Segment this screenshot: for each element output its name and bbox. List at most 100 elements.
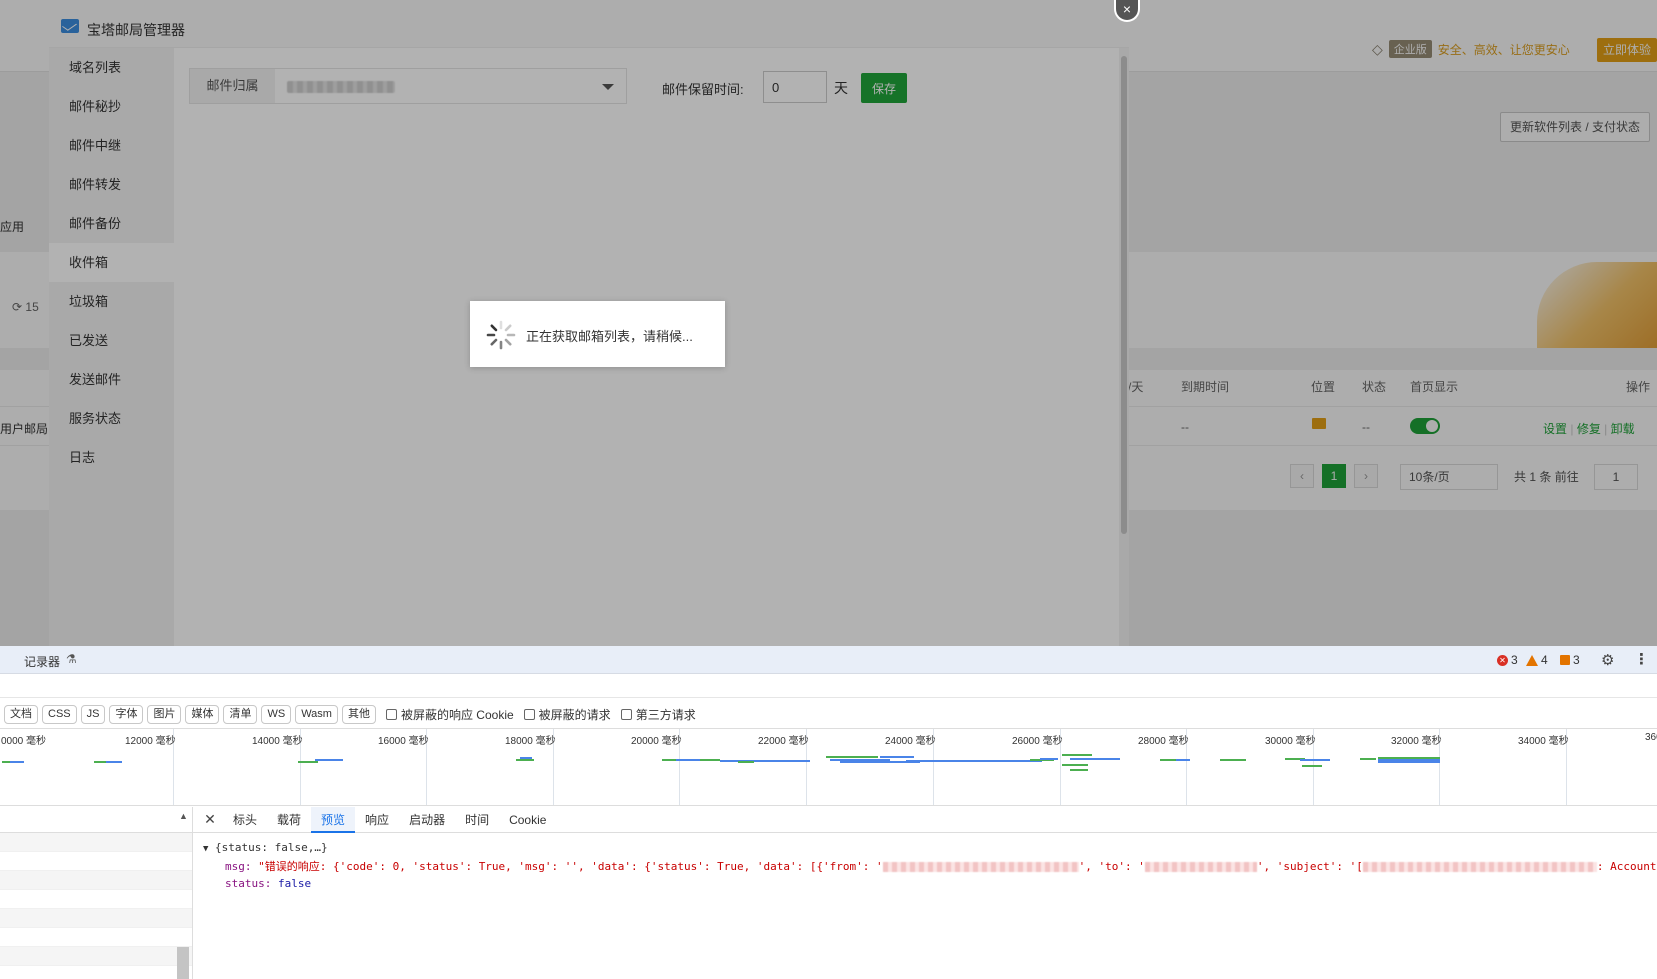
request-row[interactable] xyxy=(0,833,192,852)
timeline-request-bar xyxy=(676,759,700,761)
detail-tabs: ✕ 标头 载荷 预览 响应 启动器 时间 Cookie xyxy=(193,806,1657,833)
timeline-request-bar xyxy=(315,759,343,761)
timeline-request-bar xyxy=(1070,758,1120,760)
checkbox-label: 第三方请求 xyxy=(635,707,696,722)
recorder-tab[interactable]: 记录器 xyxy=(24,653,60,670)
detail-tab-0[interactable]: 标头 xyxy=(223,807,267,833)
detail-tab-3[interactable]: 响应 xyxy=(355,807,399,833)
request-list-header xyxy=(0,807,192,833)
timeline-request-bar xyxy=(700,759,720,761)
timeline-request-bar xyxy=(1378,759,1440,761)
checkbox-label: 被屏蔽的请求 xyxy=(538,707,611,722)
response-preview[interactable]: ▼ {status: false,…} msg: "错误的响应: {'code'… xyxy=(203,839,1657,892)
request-row[interactable] xyxy=(0,928,192,947)
type-filter-7[interactable]: WS xyxy=(261,704,292,724)
request-row[interactable] xyxy=(0,871,192,890)
timeline-tick-label: 16000 毫秒 xyxy=(378,736,429,747)
loading-text: 正在获取邮箱列表，请稍候... xyxy=(526,329,693,344)
detail-tab-1[interactable]: 载荷 xyxy=(267,807,311,833)
type-filter-8[interactable]: Wasm xyxy=(295,704,338,724)
timeline-tick-label: 18000 毫秒 xyxy=(505,736,556,747)
checkbox-icon[interactable] xyxy=(385,708,397,720)
timeline-tick-label: 20000 毫秒 xyxy=(631,736,682,747)
filter-checkbox-0[interactable]: 被屏蔽的响应 Cookie xyxy=(385,706,514,723)
type-filter-3[interactable]: 字体 xyxy=(109,704,144,724)
timeline-tick-label: 12000 毫秒 xyxy=(125,736,176,747)
detail-tab-4[interactable]: 启动器 xyxy=(399,807,455,833)
checkbox-label: 被屏蔽的响应 Cookie xyxy=(400,707,514,722)
timeline-request-bar xyxy=(1360,758,1376,760)
redacted-from xyxy=(882,862,1079,872)
detail-tab-6[interactable]: Cookie xyxy=(499,807,556,833)
background-page: ◇ 企业版 安全、高效、让您更安心 立即体验 更新软件列表 / 支付状态 应用 … xyxy=(0,0,1657,646)
checkbox-icon[interactable] xyxy=(523,708,535,720)
timeline-tick-label: 30000 毫秒 xyxy=(1265,736,1316,747)
warning-count[interactable]: 4 xyxy=(1526,653,1548,667)
filter-checkbox-2[interactable]: 第三方请求 xyxy=(620,706,696,723)
timeline-tick-label: 360 xyxy=(1645,732,1657,743)
timeline-request-bar xyxy=(826,756,878,758)
type-filter-5[interactable]: 媒体 xyxy=(185,704,220,724)
type-filter-4[interactable]: 图片 xyxy=(147,704,182,724)
timeline-request-bar xyxy=(1378,761,1440,763)
timeline-tick-label: 24000 毫秒 xyxy=(885,736,936,747)
timeline-request-bar xyxy=(106,761,122,763)
timeline-request-bar xyxy=(1302,765,1322,767)
gear-icon[interactable]: ⚙ xyxy=(1601,651,1614,669)
timeline-tick-label: 14000 毫秒 xyxy=(252,736,303,747)
warning-icon xyxy=(1526,654,1538,666)
spinner-icon xyxy=(486,320,516,350)
timeline-tick-label: 28000 毫秒 xyxy=(1138,736,1189,747)
timeline-tick-label: 0000 毫秒 xyxy=(1,736,47,747)
timeline-request-bar xyxy=(662,759,676,761)
issue-icon xyxy=(1560,655,1570,665)
loading-toast: 正在获取邮箱列表，请稍候... xyxy=(470,301,725,367)
timeline-request-bar xyxy=(1070,769,1088,771)
timeline-request-bar xyxy=(1300,759,1330,761)
filter-checkbox-1[interactable]: 被屏蔽的请求 xyxy=(523,706,611,723)
request-list-scrollbar[interactable] xyxy=(177,947,189,979)
detail-tab-5[interactable]: 时间 xyxy=(455,807,499,833)
preview-status-line: status: false xyxy=(225,877,312,890)
timeline-request-bar xyxy=(520,757,532,759)
close-detail-icon[interactable]: ✕ xyxy=(197,811,223,828)
request-row[interactable] xyxy=(0,852,192,871)
request-row[interactable] xyxy=(0,890,192,909)
preview-msg-line: msg: "错误的响应: {'code': 0, 'status': True,… xyxy=(225,860,1657,873)
more-vert-icon[interactable]: ⋮ xyxy=(1634,650,1649,668)
request-list[interactable]: ▲ xyxy=(0,807,193,979)
type-filter-9[interactable]: 其他 xyxy=(341,704,376,724)
type-filter-2[interactable]: JS xyxy=(80,704,106,724)
sort-up-icon[interactable]: ▲ xyxy=(179,811,188,821)
expand-triangle-icon[interactable]: ▼ xyxy=(203,844,208,854)
request-row[interactable] xyxy=(0,909,192,928)
type-filter-6[interactable]: 清单 xyxy=(223,704,258,724)
timeline-request-bar xyxy=(1062,764,1088,766)
timeline-request-bar xyxy=(720,760,810,762)
error-icon: ✕ xyxy=(1497,654,1508,666)
checkbox-icon[interactable] xyxy=(620,708,632,720)
detail-tab-2[interactable]: 预览 xyxy=(311,806,356,833)
timeline-request-bar xyxy=(906,760,1042,762)
type-filter-1[interactable]: CSS xyxy=(42,704,77,724)
devtools-panel: 记录器 ⚗ ✕ 3 4 3 ⚙ ⋮ 文档 CSS JS 字体 图片 媒体 清单 WS Wasm 其他… xyxy=(0,646,1657,979)
error-count[interactable]: ✕ 3 xyxy=(1497,653,1518,667)
network-timeline[interactable]: 0000 毫秒 12000 毫秒 14000 毫秒 16000 毫秒 18000 毫秒 2… xyxy=(0,728,1657,806)
timeline-request-bar xyxy=(298,761,318,763)
request-row[interactable] xyxy=(0,947,192,966)
timeline-request-bar xyxy=(10,761,24,763)
preview-root-line[interactable]: ▼ {status: false,…} xyxy=(203,839,1657,858)
filter-input[interactable] xyxy=(0,674,1657,698)
issue-count[interactable]: 3 xyxy=(1560,653,1580,667)
timeline-request-bar xyxy=(1062,754,1092,756)
mail-manager-dialog: 宝塔邮局管理器 域名列表 邮件秘抄 邮件中继 邮件转发 邮件备份 收件箱 垃圾箱 已发送 发送邮… xyxy=(49,8,1129,646)
timeline-request-bar xyxy=(738,761,754,763)
flask-icon: ⚗ xyxy=(66,652,77,666)
redacted-subject xyxy=(1362,862,1597,872)
timeline-tick-label: 32000 毫秒 xyxy=(1391,736,1442,747)
type-filter-0[interactable]: 文档 xyxy=(4,704,38,724)
devtools-toolbar: 记录器 ⚗ ✕ 3 4 3 ⚙ ⋮ xyxy=(0,646,1657,674)
resource-type-filters: 文档 CSS JS 字体 图片 媒体 清单 WS Wasm 其他 被屏蔽的响应 Cookie 被屏蔽的… xyxy=(0,701,1657,727)
timeline-tick-label: 34000 毫秒 xyxy=(1518,736,1569,747)
timeline-request-bar xyxy=(516,759,534,761)
